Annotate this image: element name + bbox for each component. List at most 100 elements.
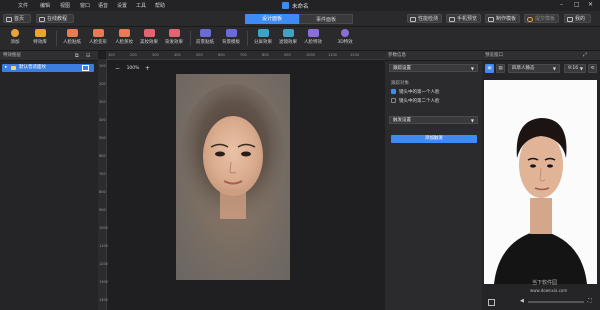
layer-item[interactable]: ▸ 默认普适面纹	[2, 64, 94, 72]
model-select[interactable]: 四草人静态 ▼	[508, 64, 560, 73]
beauty-icon	[143, 29, 155, 37]
zoom-out-button[interactable]: −	[115, 65, 120, 72]
template-icon	[488, 16, 494, 22]
image-mode-button[interactable]: ▣	[485, 64, 494, 73]
chevron-down-icon: ▼	[470, 118, 474, 123]
ruler-tick: 900	[99, 208, 106, 212]
minimize-icon[interactable]: –	[560, 1, 563, 8]
ruler-tick: 200	[130, 53, 137, 57]
ruler-tick: 800	[262, 53, 269, 57]
timeline-track[interactable]	[528, 301, 584, 303]
tool-beauty-effect[interactable]: 美妆效果	[137, 29, 161, 45]
close-icon[interactable]: ✕	[588, 1, 593, 8]
toolbar-divider	[247, 31, 248, 46]
tool-label: 染发效果	[165, 40, 183, 45]
phone-preview-button[interactable]: 手机预览	[446, 14, 481, 23]
performance-label: 性能检测	[418, 16, 439, 22]
tracking-settings-section[interactable]: 跟踪设置 ▼	[389, 64, 478, 72]
tool-background-template[interactable]: 背景模板	[219, 29, 243, 45]
portrait-photo	[484, 80, 597, 284]
chevron-down-icon: ▼	[470, 66, 474, 71]
tool-hair-dye[interactable]: 染发效果	[162, 29, 186, 45]
add-trigger-button[interactable]: 添加触发	[391, 135, 477, 143]
menu-window[interactable]: 窗口	[80, 2, 90, 9]
make-template-label: 制作模板	[496, 16, 517, 22]
ratio-value: 9:16	[568, 66, 579, 71]
expand-icon[interactable]: ⤢	[583, 51, 587, 60]
first-face-checkbox[interactable]	[391, 89, 396, 94]
tool-label: 3D特效	[337, 40, 353, 45]
fullscreen-icon[interactable]: ⛶	[588, 298, 592, 304]
submit-icon	[527, 16, 533, 22]
folder-icon	[11, 66, 16, 70]
tool-filter[interactable]: 滤镜效果	[276, 29, 300, 45]
duplicate-icon[interactable]: ⧉	[75, 52, 79, 61]
make-template-button[interactable]: 制作模板	[485, 14, 520, 23]
chevron-down-icon: ▼	[579, 66, 583, 71]
second-face-checkbox[interactable]	[391, 98, 396, 103]
toolbar-divider	[56, 31, 57, 46]
canvas-area[interactable]: 100 200 300 400 500 600 700 800 900 1000…	[98, 51, 385, 310]
maximize-icon[interactable]: □	[574, 1, 580, 8]
tool-effects-library[interactable]: 特效库	[28, 29, 52, 45]
tool-label: 背景模板	[222, 40, 240, 45]
background-icon	[225, 29, 237, 37]
tool-label: 人脸贴纸	[63, 40, 81, 45]
trigger-settings-section[interactable]: 触发设置 ▼	[389, 116, 478, 124]
model-select-value: 四草人静态	[512, 66, 535, 71]
tool-face-deform[interactable]: 人脸变形	[86, 29, 110, 45]
zoom-level: 100%	[126, 66, 140, 71]
tutorial-button[interactable]: 在线教程	[36, 14, 74, 23]
ruler-tick: 1400	[99, 298, 108, 302]
settings-header: 参数信息	[385, 51, 482, 61]
ruler-tick: 100	[108, 53, 115, 57]
tool-foreground-sticker[interactable]: 前景贴纸	[193, 29, 217, 45]
expand-arrow-icon[interactable]: ▸	[5, 64, 7, 72]
menu-file[interactable]: 文件	[18, 2, 28, 9]
foreground-icon	[199, 29, 211, 37]
zoom-in-button[interactable]: +	[145, 65, 150, 72]
ruler-tick: 600	[99, 154, 106, 158]
toolbar: 添加 特效库 人脸贴纸 人脸变形 人脸蒸妆 美妆效果 染发效果 前景贴纸 背景模…	[0, 27, 600, 51]
tool-add[interactable]: 添加	[3, 29, 27, 45]
tool-split-screen[interactable]: 分屏效果	[251, 29, 275, 45]
menu-edit[interactable]: 编辑	[40, 2, 50, 9]
mine-button[interactable]: 我的	[564, 14, 591, 23]
volume-icon[interactable]: ◀	[520, 298, 524, 304]
submit-template-button[interactable]: 提交模板	[524, 14, 559, 23]
tool-3d-effect[interactable]: 3D特效	[333, 29, 357, 45]
app-logo-icon	[282, 2, 289, 9]
ruler-tick: 1100	[99, 244, 108, 248]
canvas-photo[interactable]	[176, 74, 290, 280]
tool-label: 人脸变形	[89, 40, 107, 45]
menu-help[interactable]: 帮助	[155, 2, 165, 9]
ratio-select[interactable]: 9:16 ▼	[564, 64, 586, 73]
tool-label: 人脸特效	[304, 40, 322, 45]
split-screen-icon	[257, 29, 269, 37]
refresh-button[interactable]: ⟲	[588, 64, 597, 73]
video-mode-button[interactable]: ▤	[496, 64, 505, 73]
tutorial-icon	[39, 16, 45, 22]
menu-settings[interactable]: 设置	[117, 2, 127, 9]
menu-view[interactable]: 视图	[60, 2, 70, 9]
tool-label: 前景贴纸	[196, 40, 214, 45]
menu-tools[interactable]: 工具	[136, 2, 146, 9]
tool-face-sticker[interactable]: 人脸贴纸	[60, 29, 84, 45]
preview-header: 预览窗口 ⤢	[482, 51, 600, 61]
ruler-tick: 600	[218, 53, 225, 57]
tab-events[interactable]: 事件面板	[299, 14, 353, 24]
menu-voice[interactable]: 语音	[98, 2, 108, 9]
delete-icon[interactable]: ⊟	[86, 52, 90, 61]
performance-button[interactable]: 性能检测	[407, 14, 442, 23]
tutorial-label: 在线教程	[47, 16, 68, 22]
tool-face-effect[interactable]: 人脸特效	[301, 29, 325, 45]
home-button[interactable]: 首页	[3, 14, 31, 23]
window-title: 未命名	[292, 4, 309, 10]
layer-visibility-icon[interactable]	[82, 65, 89, 71]
filter-icon	[282, 29, 294, 37]
preview-panel: 预览窗口 ⤢ ▣ ▤ 四草人静态 ▼ 9:16 ▼ ⟲ 当下软件园 www.do…	[482, 51, 600, 310]
tool-face-makeup[interactable]: 人脸蒸妆	[112, 29, 136, 45]
tool-label: 人脸蒸妆	[115, 40, 133, 45]
tab-design[interactable]: 设计面板	[245, 14, 299, 24]
camera-icon[interactable]	[488, 299, 495, 306]
